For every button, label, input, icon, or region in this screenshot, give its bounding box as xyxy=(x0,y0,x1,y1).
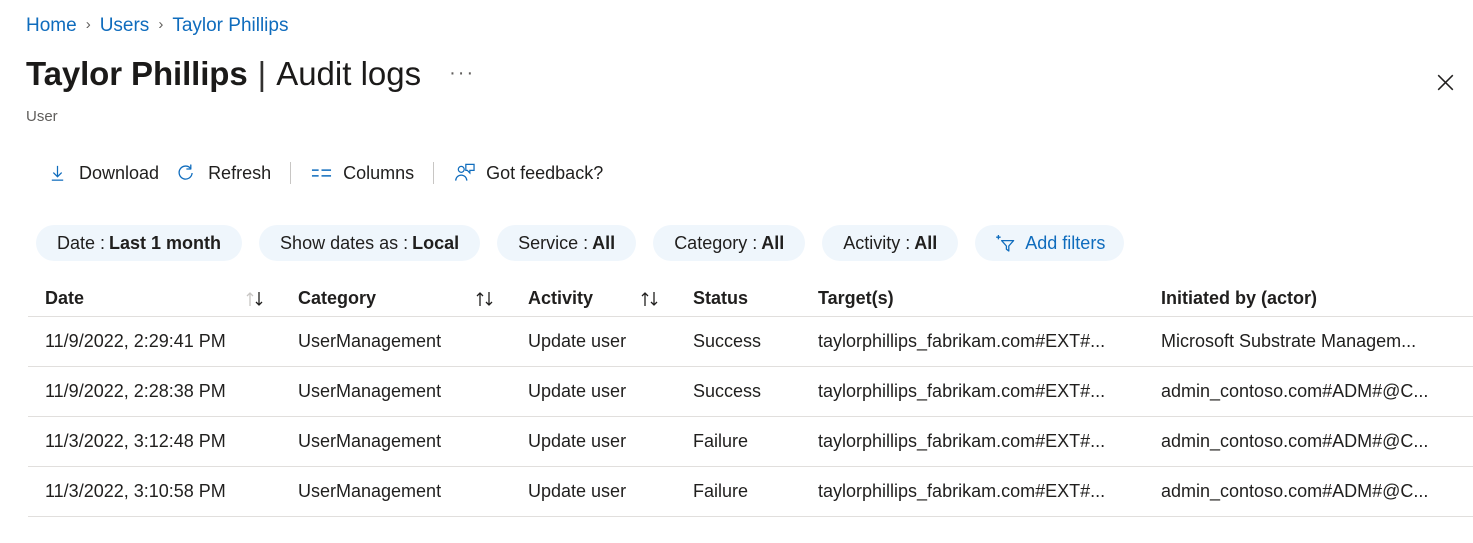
toolbar-divider xyxy=(290,162,291,184)
filter-pill-show-dates-as[interactable]: Show dates as : Local xyxy=(259,225,480,261)
page-title-divider: | xyxy=(258,55,267,93)
breadcrumb-item-taylor-phillips[interactable]: Taylor Phillips xyxy=(172,14,288,38)
sort-icon[interactable] xyxy=(245,290,288,308)
cell-category: UserManagement xyxy=(298,331,528,352)
breadcrumb: Home › Users › Taylor Phillips xyxy=(26,14,288,38)
filter-pill-service-value: All xyxy=(592,233,615,254)
filter-pill-category-value: All xyxy=(761,233,784,254)
audit-logs-table: Date Category Activity xyxy=(28,281,1473,517)
cell-actor: Microsoft Substrate Managem... xyxy=(1161,331,1456,352)
cell-target: taylorphillips_fabrikam.com#EXT#... xyxy=(818,431,1161,452)
columns-label: Columns xyxy=(343,163,414,184)
columns-button[interactable]: Columns xyxy=(302,156,422,190)
cell-date: 11/3/2022, 3:10:58 PM xyxy=(28,481,298,502)
cell-actor: admin_contoso.com#ADM#@C... xyxy=(1161,381,1456,402)
cell-date: 11/9/2022, 2:29:41 PM xyxy=(28,331,298,352)
cell-status: Failure xyxy=(693,431,818,452)
cell-date: 11/3/2022, 3:12:48 PM xyxy=(28,431,298,452)
column-header-initiated-by[interactable]: Initiated by (actor) xyxy=(1161,288,1456,309)
cell-status: Failure xyxy=(693,481,818,502)
table-row[interactable]: 11/3/2022, 3:12:48 PM UserManagement Upd… xyxy=(28,417,1473,467)
column-header-activity-label: Activity xyxy=(528,288,593,309)
cell-activity: Update user xyxy=(528,481,693,502)
cell-target: taylorphillips_fabrikam.com#EXT#... xyxy=(818,481,1161,502)
download-button[interactable]: Download xyxy=(38,156,167,190)
filter-pill-activity-key: Activity : xyxy=(843,233,910,254)
cell-status: Success xyxy=(693,381,818,402)
filter-pill-service-key: Service : xyxy=(518,233,588,254)
breadcrumb-item-home[interactable]: Home xyxy=(26,14,77,38)
feedback-icon xyxy=(453,162,475,184)
sort-icon[interactable] xyxy=(640,290,683,308)
cell-activity: Update user xyxy=(528,381,693,402)
command-bar: Download Refresh Columns xyxy=(38,156,611,190)
breadcrumb-separator-icon: › xyxy=(158,13,163,37)
cell-category: UserManagement xyxy=(298,381,528,402)
refresh-label: Refresh xyxy=(208,163,271,184)
table-row[interactable]: 11/9/2022, 2:28:38 PM UserManagement Upd… xyxy=(28,367,1473,417)
filter-bar: Date : Last 1 month Show dates as : Loca… xyxy=(36,225,1141,261)
filter-pill-activity-value: All xyxy=(914,233,937,254)
table-header-row: Date Category Activity xyxy=(28,281,1473,317)
cell-target: taylorphillips_fabrikam.com#EXT#... xyxy=(818,381,1161,402)
refresh-button[interactable]: Refresh xyxy=(167,156,279,190)
filter-pill-service[interactable]: Service : All xyxy=(497,225,636,261)
table-row[interactable]: 11/9/2022, 2:29:41 PM UserManagement Upd… xyxy=(28,317,1473,367)
column-header-targets[interactable]: Target(s) xyxy=(818,288,1161,309)
table-row[interactable]: 11/3/2022, 3:10:58 PM UserManagement Upd… xyxy=(28,467,1473,517)
refresh-icon xyxy=(175,162,197,184)
filter-pill-activity[interactable]: Activity : All xyxy=(822,225,958,261)
table-body: 11/9/2022, 2:29:41 PM UserManagement Upd… xyxy=(28,317,1473,517)
cell-activity: Update user xyxy=(528,331,693,352)
page-subtitle: User xyxy=(26,108,58,125)
column-header-status[interactable]: Status xyxy=(693,288,818,309)
column-header-targets-label: Target(s) xyxy=(818,288,894,309)
page-title-main: Taylor Phillips xyxy=(26,55,248,93)
filter-pill-category-key: Category : xyxy=(674,233,757,254)
column-header-activity[interactable]: Activity xyxy=(528,288,693,309)
feedback-label: Got feedback? xyxy=(486,163,603,184)
cell-target: taylorphillips_fabrikam.com#EXT#... xyxy=(818,331,1161,352)
audit-logs-page: Home › Users › Taylor Phillips Taylor Ph… xyxy=(0,0,1473,543)
cell-status: Success xyxy=(693,331,818,352)
more-options-button[interactable]: ··· xyxy=(449,62,475,85)
column-header-date-label: Date xyxy=(45,288,84,309)
cell-actor: admin_contoso.com#ADM#@C... xyxy=(1161,431,1456,452)
cell-actor: admin_contoso.com#ADM#@C... xyxy=(1161,481,1456,502)
filter-pill-show-dates-as-value: Local xyxy=(412,233,459,254)
add-filters-label: Add filters xyxy=(1025,233,1105,254)
column-header-category[interactable]: Category xyxy=(298,288,528,309)
cell-category: UserManagement xyxy=(298,431,528,452)
add-filters-button[interactable]: Add filters xyxy=(975,225,1124,261)
cell-date: 11/9/2022, 2:28:38 PM xyxy=(28,381,298,402)
cell-activity: Update user xyxy=(528,431,693,452)
close-icon xyxy=(1437,74,1454,91)
column-header-initiated-by-label: Initiated by (actor) xyxy=(1161,288,1317,309)
filter-pill-category[interactable]: Category : All xyxy=(653,225,805,261)
filter-pill-date-key: Date : xyxy=(57,233,105,254)
column-header-date[interactable]: Date xyxy=(28,288,298,309)
toolbar-divider xyxy=(433,162,434,184)
close-button[interactable] xyxy=(1429,66,1461,98)
filter-pill-date[interactable]: Date : Last 1 month xyxy=(36,225,242,261)
add-filter-icon xyxy=(994,233,1016,253)
feedback-button[interactable]: Got feedback? xyxy=(445,156,611,190)
breadcrumb-item-users[interactable]: Users xyxy=(100,14,150,38)
page-title: Taylor Phillips | Audit logs ··· xyxy=(26,55,475,93)
filter-pill-show-dates-as-key: Show dates as : xyxy=(280,233,408,254)
sort-icon[interactable] xyxy=(475,290,518,308)
breadcrumb-separator-icon: › xyxy=(86,13,91,37)
column-header-status-label: Status xyxy=(693,288,748,309)
filter-pill-date-value: Last 1 month xyxy=(109,233,221,254)
page-title-section: Audit logs xyxy=(276,55,421,93)
download-label: Download xyxy=(79,163,159,184)
download-icon xyxy=(46,162,68,184)
cell-category: UserManagement xyxy=(298,481,528,502)
column-header-category-label: Category xyxy=(298,288,376,309)
columns-icon xyxy=(310,162,332,184)
